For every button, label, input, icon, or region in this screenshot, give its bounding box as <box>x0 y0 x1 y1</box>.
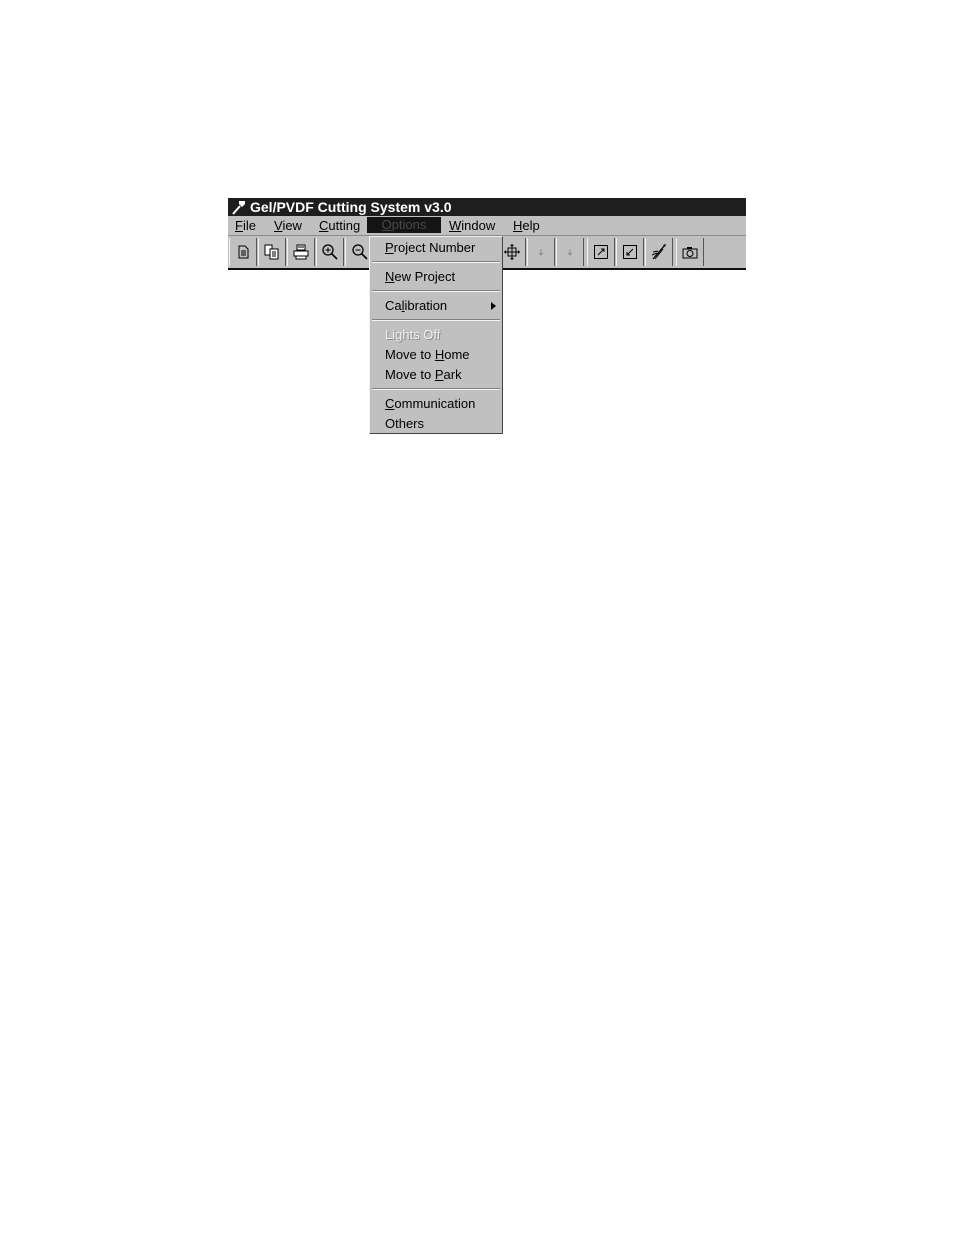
menu-item-lights-off: Lights Off <box>385 327 441 342</box>
menu-separator <box>372 319 500 321</box>
menu-cutting-accel: C <box>319 218 329 233</box>
step-down-button[interactable] <box>527 238 555 266</box>
camera-icon <box>682 247 698 259</box>
copy-button[interactable] <box>258 238 286 266</box>
item-rest: ommunication <box>394 396 476 411</box>
menu-item-project-number[interactable]: Project Number <box>385 239 502 257</box>
cut-tool-icon <box>651 244 666 260</box>
menu-item-move-to-home[interactable]: Move to Home <box>385 346 502 364</box>
copy-icon <box>264 244 279 260</box>
menu-options-accel: O <box>381 217 392 232</box>
item-rest: ibration <box>404 298 448 313</box>
camera-button[interactable] <box>676 238 704 266</box>
item-rest: ew Project <box>394 269 456 284</box>
menu-item-communication[interactable]: Communication <box>385 395 502 413</box>
item-accel: C <box>385 396 395 411</box>
menu-item-calibration[interactable]: Calibration <box>385 297 502 315</box>
menu-view[interactable]: View <box>274 216 302 235</box>
item-rest: ome <box>444 347 470 362</box>
menu-window-accel: W <box>449 218 462 233</box>
menu-file-rest: ile <box>242 218 256 233</box>
arrow-down-icon <box>567 249 573 256</box>
item-accel: H <box>434 347 445 362</box>
item-accel: P <box>385 240 394 255</box>
zoom-out-icon <box>351 244 368 260</box>
options-dropdown-menu: Project Number New Project Calibration L… <box>369 236 503 434</box>
expand-button[interactable] <box>587 238 615 266</box>
item-pre: Move to <box>385 367 435 382</box>
shrink-icon <box>623 245 637 259</box>
menu-separator <box>372 261 500 263</box>
menu-help-rest: elp <box>522 218 540 233</box>
menu-options-rest: ptions <box>391 217 427 232</box>
shrink-button[interactable] <box>616 238 644 266</box>
print-icon <box>293 244 309 260</box>
item-rest: roject Number <box>393 240 476 255</box>
menu-item-new-project[interactable]: New Project <box>385 268 502 286</box>
menu-cutting-rest: utting <box>328 218 361 233</box>
item-accel: P <box>434 367 444 382</box>
zoom-in-icon <box>322 244 338 260</box>
arrow-down-icon <box>538 249 544 256</box>
app-icon <box>230 198 248 216</box>
move-icon <box>504 244 520 260</box>
menu-help[interactable]: Help <box>513 216 540 235</box>
item-accel: N <box>385 269 395 284</box>
step-down-fine-button[interactable] <box>556 238 584 266</box>
title-bar[interactable]: Gel/PVDF Cutting System v3.0 <box>228 198 746 216</box>
new-document-icon <box>238 245 249 259</box>
menu-window[interactable]: Window <box>449 216 495 235</box>
submenu-arrow-icon <box>491 302 496 310</box>
zoom-in-button[interactable] <box>316 238 344 266</box>
item-pre: Move to <box>385 347 435 362</box>
item-rest: ark <box>443 367 462 382</box>
menu-separator <box>372 388 500 390</box>
menu-bar: File View Cutting Options Window Help <box>228 216 746 236</box>
menu-separator <box>372 290 500 292</box>
menu-view-rest: iew <box>282 218 302 233</box>
menu-help-accel: H <box>513 218 523 233</box>
new-document-button[interactable] <box>229 238 257 266</box>
menu-cutting[interactable]: Cutting <box>319 216 360 235</box>
menu-item-move-to-park[interactable]: Move to Park <box>385 366 502 384</box>
menu-item-others[interactable]: Others <box>385 415 502 433</box>
cut-tool-button[interactable] <box>645 238 673 266</box>
menu-window-rest: indow <box>461 218 496 233</box>
menu-file[interactable]: File <box>235 216 256 235</box>
window-title: Gel/PVDF Cutting System v3.0 <box>250 199 452 215</box>
menu-options[interactable]: Options <box>367 217 441 233</box>
print-button[interactable] <box>287 238 315 266</box>
item-pre: Ca <box>385 298 402 313</box>
expand-icon <box>594 245 608 259</box>
menu-file-accel: F <box>235 218 243 233</box>
